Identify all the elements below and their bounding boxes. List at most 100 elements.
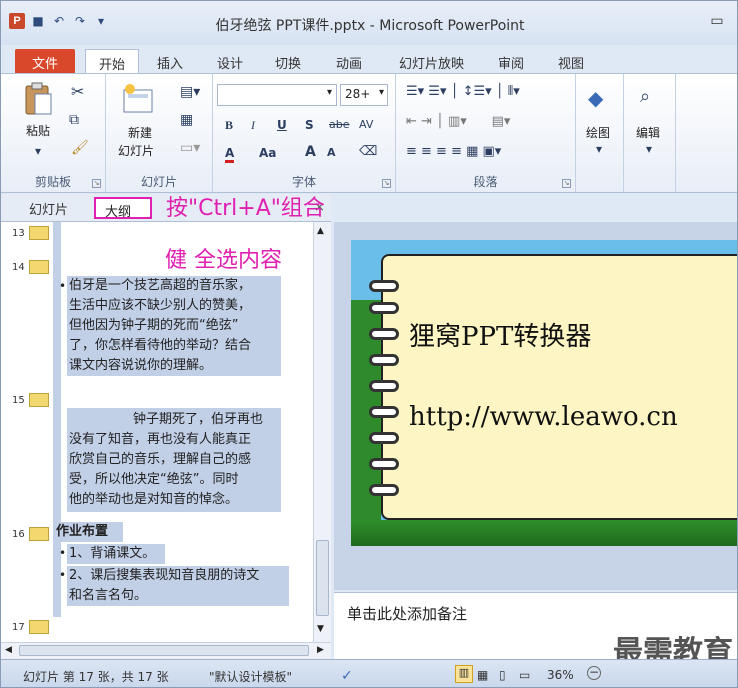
slides-group-label: 幻灯片	[140, 175, 177, 189]
copy-icon[interactable]: ⧉	[69, 112, 79, 128]
font-launcher-icon[interactable]: ↘	[382, 179, 391, 188]
tab-animations[interactable]: 动画	[328, 49, 370, 73]
align-icon[interactable]: ≡ ≡ ≡ ≡ ▦ ▣▾	[406, 144, 501, 159]
slide-icon-13[interactable]	[29, 226, 49, 240]
notes-pane[interactable]: 单击此处添加备注 最需教育	[334, 592, 737, 670]
zoom-out-icon[interactable]: −	[587, 666, 601, 680]
slide-icon-17[interactable]	[29, 620, 49, 634]
slides-group: 新建 幻灯片 ▤▾ ▦ ▭▾ 幻灯片	[106, 74, 213, 192]
slide-number-15: 15	[12, 395, 25, 406]
font-size-dropdown-icon[interactable]: ▾	[379, 87, 384, 98]
bullets-icon[interactable]: ☰▾ ☰▾ │ ↕☰▾ │ ⫴▾	[406, 84, 520, 99]
scroll-thumb[interactable]	[316, 540, 329, 616]
tab-view[interactable]: 视图	[550, 49, 592, 73]
font-color-button[interactable]: A	[225, 146, 235, 163]
reading-view-icon[interactable]: ▯	[499, 668, 506, 682]
tab-slides-pane[interactable]: 幻灯片	[29, 199, 68, 218]
new-slide-icon[interactable]	[122, 84, 153, 116]
slide-14-text[interactable]: 伯牙是一个技艺高超的音乐家， 生活中应该不缺少别人的赞美， 但他因为钟子期的死而…	[69, 276, 251, 376]
strikethrough-button[interactable]: abe	[329, 118, 350, 131]
title-bar: P ■ ↶ ↷ ▾ 伯牙绝弦 PPT课件.pptx - Microsoft Po…	[1, 1, 737, 45]
minimize-button[interactable]: ▭	[707, 13, 727, 29]
font-name-dropdown-icon[interactable]: ▾	[327, 87, 332, 98]
font-name-combo[interactable]: ▾	[217, 84, 337, 106]
clipboard-launcher-icon[interactable]: ↘	[92, 179, 101, 188]
spell-check-icon[interactable]: ✓	[341, 668, 353, 684]
ribbon-tabs: 文件 开始 插入 设计 切换 动画 幻灯片放映 审阅 视图	[1, 45, 737, 73]
font-size-combo[interactable]: 28+ ▾	[340, 84, 388, 106]
tab-design[interactable]: 设计	[209, 49, 251, 73]
outline-line: 欣赏自己的音乐，理解自己的感	[69, 452, 252, 467]
slide-icon-16[interactable]	[29, 527, 49, 541]
tab-review[interactable]: 审阅	[490, 49, 532, 73]
shapes-icon[interactable]: ◆	[588, 86, 603, 110]
binder-ring	[369, 484, 399, 496]
section-icon[interactable]: ▭▾	[180, 140, 200, 156]
slide-number-16: 16	[12, 529, 25, 540]
paste-dropdown-icon[interactable]: ▾	[35, 144, 41, 158]
tab-home[interactable]: 开始	[85, 49, 139, 73]
tab-file[interactable]: 文件	[15, 49, 75, 73]
cut-icon[interactable]: ✂	[71, 82, 84, 101]
clear-format-icon[interactable]: ⌫	[359, 144, 377, 159]
new-slide-label-1[interactable]: 新建	[128, 124, 152, 141]
drawing-group: ◆ 绘图 ▾	[576, 74, 624, 192]
scroll-down-icon[interactable]: ▼	[317, 624, 324, 634]
slide-sorter-icon[interactable]: ▦	[477, 668, 488, 682]
normal-view-icon[interactable]: ▥	[455, 665, 473, 683]
find-icon[interactable]: ⌕	[640, 86, 650, 107]
slide-number-14: 14	[12, 262, 25, 273]
italic-button[interactable]: I	[251, 118, 255, 133]
slide-icon-15[interactable]	[29, 393, 49, 407]
outline-horizontal-scrollbar[interactable]: ◀ ▶	[1, 642, 331, 659]
drawing-dropdown-icon[interactable]: ▾	[596, 142, 602, 156]
scroll-left-icon[interactable]: ◀	[5, 645, 12, 655]
outline-line: 2、课后搜集表现知音良朋的诗文	[69, 568, 260, 583]
slide-16-bullet-2[interactable]: 2、课后搜集表现知音良朋的诗文 和名言名句。	[69, 566, 259, 606]
slide-url[interactable]: http://www.leawo.cn	[409, 402, 678, 432]
slideshow-icon[interactable]: ▭	[519, 668, 530, 682]
slide-canvas[interactable]: 狸窝PPT转换器 http://www.leawo.cn	[351, 240, 737, 546]
reset-icon[interactable]: ▦	[180, 112, 193, 128]
underline-button[interactable]: U	[277, 118, 287, 132]
slide-16-title[interactable]: 作业布置	[56, 522, 108, 542]
paste-button-label[interactable]: 粘贴	[26, 122, 50, 139]
outline-line: 他的举动也是对知音的悼念。	[69, 492, 239, 507]
notes-placeholder[interactable]: 单击此处添加备注	[347, 603, 467, 624]
shadow-button[interactable]: S	[305, 118, 314, 132]
new-slide-label-2[interactable]: 幻灯片	[118, 142, 154, 159]
indent-icon[interactable]: ⇤ ⇥ │ ▥▾ ▤▾	[406, 114, 510, 129]
theme-status[interactable]: "默认设计模板"	[209, 668, 292, 685]
outline-line: 和名言名句。	[69, 588, 148, 603]
slide-title[interactable]: 狸窝PPT转换器	[409, 316, 591, 353]
editing-label[interactable]: 编辑	[636, 124, 660, 141]
grow-font-button[interactable]: A	[305, 144, 316, 160]
tab-insert[interactable]: 插入	[149, 49, 191, 73]
scroll-up-icon[interactable]: ▲	[317, 226, 324, 236]
slide-icon-14[interactable]	[29, 260, 49, 274]
slide-editing-area: 狸窝PPT转换器 http://www.leawo.cn	[334, 222, 737, 590]
font-group: ▾ 28+ ▾ B I U S abe AV A Aa A A ⌫ 字体 ↘	[213, 74, 396, 192]
zoom-level[interactable]: 36%	[547, 668, 574, 682]
scroll-right-icon[interactable]: ▶	[317, 645, 324, 655]
slide-15-text[interactable]: 钟子期死了，伯牙再也 没有了知音，再也没有人能真正 欣赏自己的音乐，理解自己的感…	[69, 410, 263, 510]
outline-vertical-scrollbar[interactable]: ▲ ▼	[313, 222, 331, 642]
slide-16-bullet-1[interactable]: 1、背诵课文。	[69, 544, 155, 564]
tab-transitions[interactable]: 切换	[267, 49, 309, 73]
tab-outline-pane[interactable]: 大纲	[94, 197, 152, 220]
change-case-button[interactable]: Aa	[259, 146, 276, 160]
drawing-label[interactable]: 绘图	[586, 124, 610, 141]
shrink-font-button[interactable]: A	[327, 146, 336, 159]
binder-ring	[369, 406, 399, 418]
annotation-line-2: 健 全选内容	[165, 248, 282, 273]
format-painter-icon[interactable]: 🖌	[71, 140, 89, 156]
bold-button[interactable]: B	[225, 118, 233, 133]
h-scroll-thumb[interactable]	[19, 645, 309, 656]
slide-number-17: 17	[12, 622, 25, 633]
char-spacing-button[interactable]: AV	[359, 118, 373, 131]
layout-icon[interactable]: ▤▾	[180, 84, 200, 100]
paste-icon[interactable]	[23, 82, 53, 115]
tab-slideshow[interactable]: 幻灯片放映	[391, 49, 472, 73]
paragraph-launcher-icon[interactable]: ↘	[562, 179, 571, 188]
editing-dropdown-icon[interactable]: ▾	[646, 142, 652, 156]
